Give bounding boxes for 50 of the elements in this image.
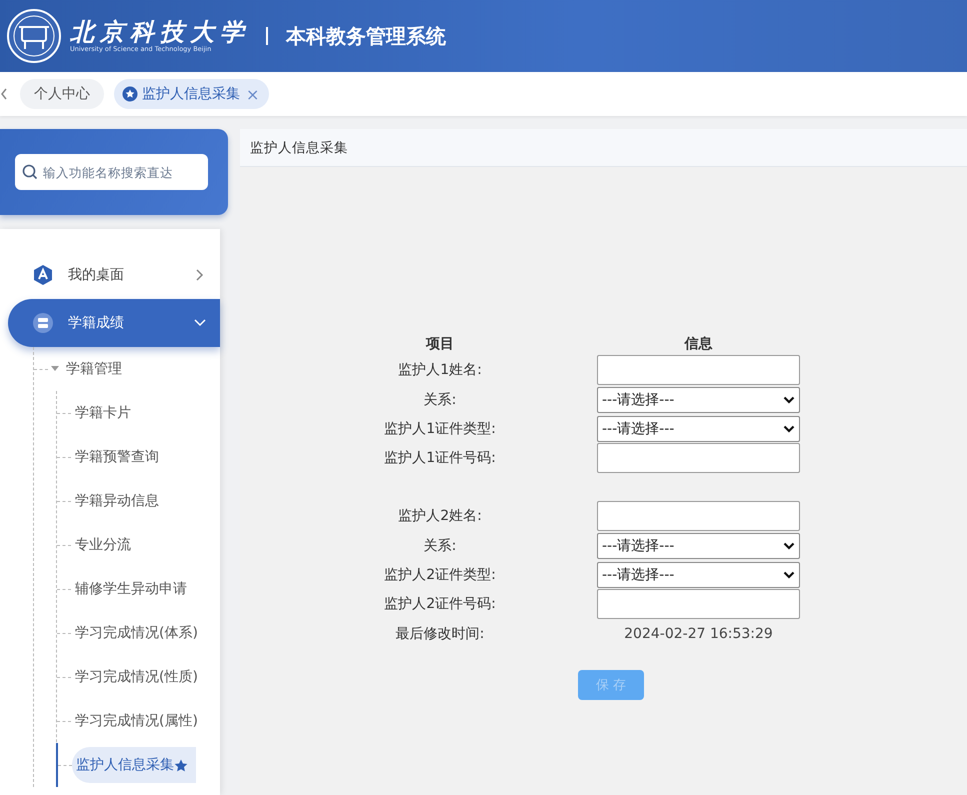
school-name: 北京科技大学 xyxy=(70,20,250,44)
seal-icon xyxy=(6,8,62,64)
chevron-down-icon xyxy=(783,394,795,404)
star-badge-icon xyxy=(122,86,138,102)
select-field[interactable]: ---请选择--- xyxy=(597,416,800,442)
system-title: 本科教务管理系统 xyxy=(286,22,446,50)
field-value: 2024-02-27 16:53:29 xyxy=(623,626,774,642)
select-field[interactable]: ---请选择--- xyxy=(597,562,800,588)
tab[interactable]: 个人中心 xyxy=(20,79,104,109)
list-icon xyxy=(32,312,54,334)
menu-item[interactable]: 专业分流 xyxy=(71,527,137,563)
star-icon xyxy=(174,758,188,772)
menu-item[interactable]: 学习完成情况(属性) xyxy=(71,703,204,739)
field-label: 监护人2姓名: xyxy=(397,507,483,526)
menu-item[interactable]: 学籍成绩 xyxy=(8,299,220,347)
page-title: 监护人信息采集 xyxy=(240,129,967,167)
home-icon xyxy=(32,264,54,286)
input-field[interactable] xyxy=(597,501,800,531)
field-label: 监护人1证件类型: xyxy=(383,420,497,438)
chevron-down-icon xyxy=(194,317,206,329)
menu-item[interactable]: 学籍异动信息 xyxy=(71,483,165,519)
search-icon xyxy=(22,164,38,180)
menu-item[interactable]: 学习完成情况(体系) xyxy=(71,615,204,651)
tab[interactable]: 监护人信息采集 × xyxy=(114,79,270,109)
field-label: 监护人2证件类型: xyxy=(383,566,497,584)
select-field[interactable]: ---请选择--- xyxy=(597,532,800,558)
column-header: 项目 xyxy=(424,335,455,354)
chevron-right-icon xyxy=(194,269,206,281)
input-field[interactable] xyxy=(597,443,800,473)
input-field[interactable] xyxy=(597,355,800,385)
chevron-down-icon xyxy=(783,570,795,580)
menu-group[interactable]: 学籍管理 xyxy=(66,360,122,378)
field-label: 关系: xyxy=(422,390,458,410)
menu-item[interactable]: 学籍卡片 xyxy=(71,395,137,431)
menu-item[interactable]: 我的桌面 xyxy=(8,251,220,299)
chevron-down-icon xyxy=(783,424,795,434)
select-field[interactable]: ---请选择--- xyxy=(597,386,800,412)
chevron-down-icon xyxy=(783,540,795,550)
field-label: 最后修改时间: xyxy=(394,624,486,644)
menu-item[interactable]: 监护人信息采集 xyxy=(72,747,196,783)
field-label: 关系: xyxy=(422,536,458,556)
input-field[interactable] xyxy=(597,589,800,619)
menu-item[interactable]: 辅修学生异动申请 xyxy=(71,571,193,607)
column-header: 信息 xyxy=(683,335,714,354)
field-label: 监护人1姓名: xyxy=(397,361,483,380)
search-field[interactable]: 输入功能名称搜索直达 xyxy=(15,154,208,190)
menu-item[interactable]: 学籍预警查询 xyxy=(71,439,165,475)
field-label: 监护人1证件号码: xyxy=(383,449,497,468)
menu-item[interactable]: 学习完成情况(性质) xyxy=(71,659,204,695)
field-label: 监护人2证件号码: xyxy=(383,595,497,614)
